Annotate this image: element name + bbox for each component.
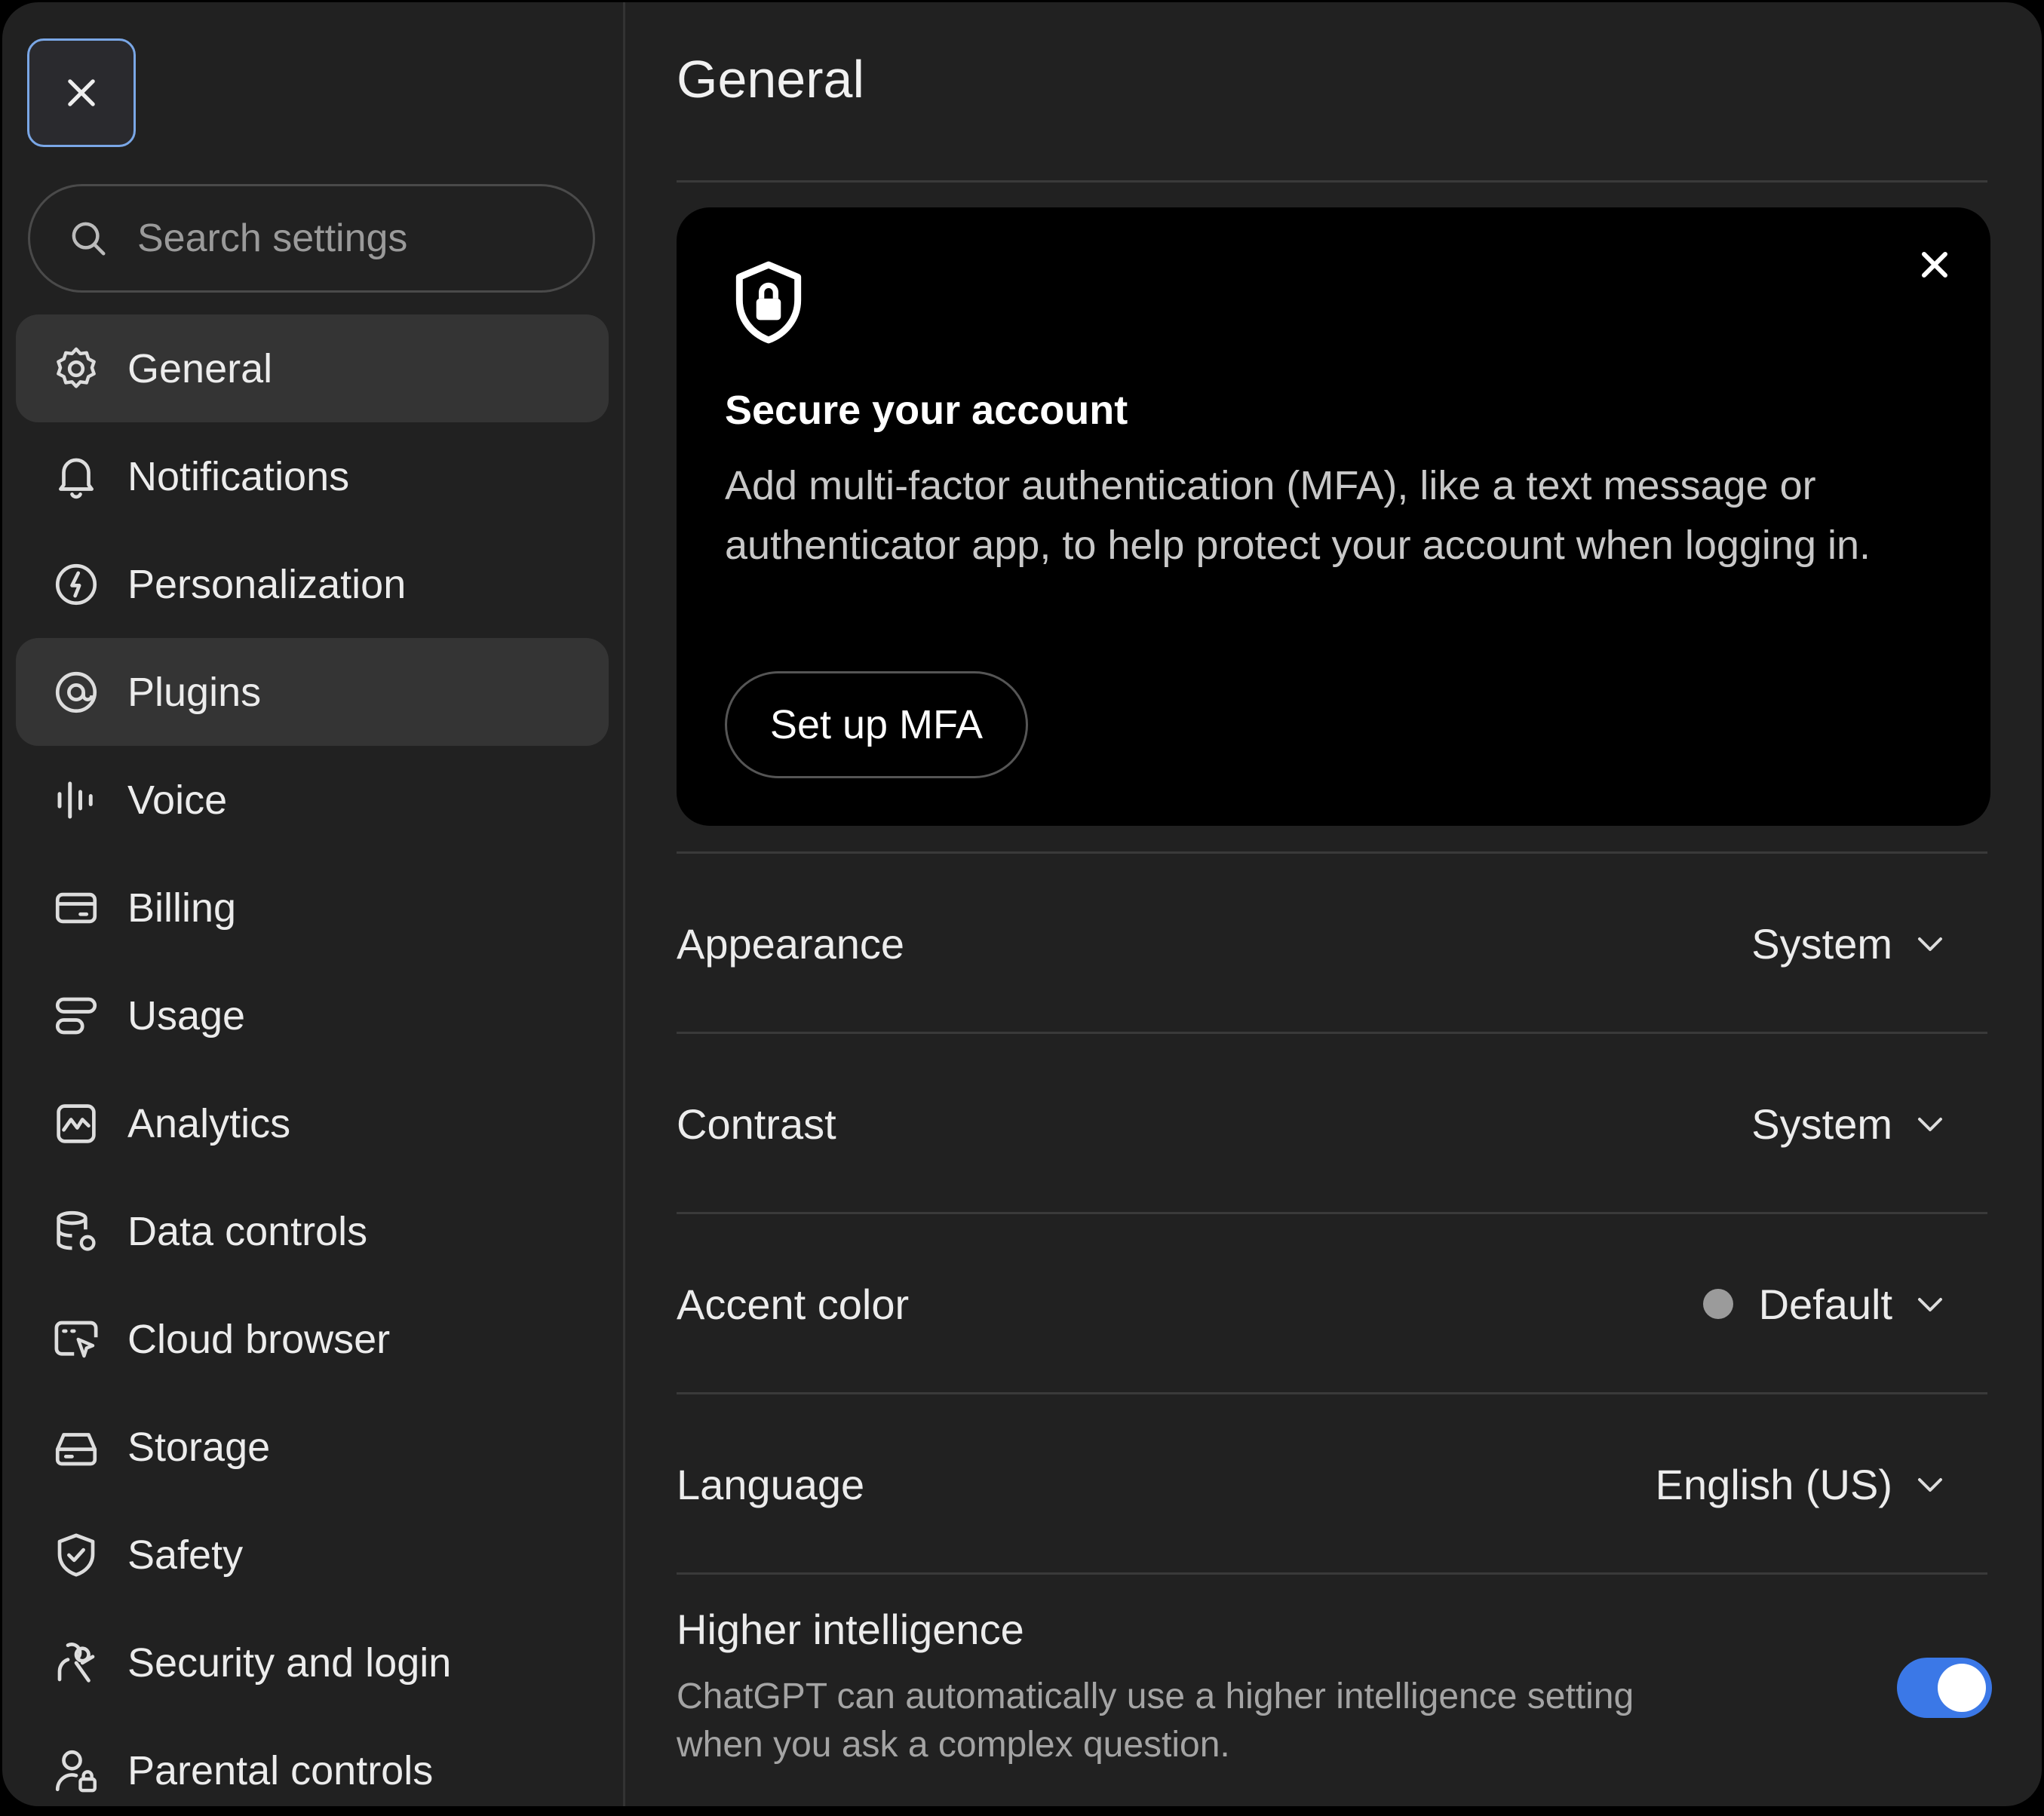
sidebar-item-usage[interactable]: Usage [16, 962, 609, 1069]
usage-icon [49, 989, 103, 1043]
dropdown-value: Default [1758, 1280, 1892, 1328]
search-input[interactable]: Search settings [137, 216, 407, 261]
sidebar-item-analytics[interactable]: Analytics [16, 1069, 609, 1177]
accent-color-swatch [1702, 1289, 1733, 1319]
setting-row-appearance: Appearance System [677, 854, 1990, 1033]
settings-sidebar: Search settings General Notifications Pe… [2, 2, 625, 1806]
sidebar-item-label: Security and login [127, 1640, 452, 1686]
setting-row-accent-color: Accent color Default [677, 1214, 1990, 1394]
sidebar-item-label: Usage [127, 992, 246, 1038]
mfa-card-body: Add multi-factor authentication (MFA), l… [725, 463, 1871, 568]
setting-row-contrast: Contrast System [677, 1034, 1990, 1213]
sidebar-item-plugins[interactable]: Plugins [16, 638, 609, 746]
contrast-dropdown[interactable]: System [1751, 1100, 1948, 1149]
bell-icon [49, 449, 103, 504]
sidebar-item-label: Personalization [127, 561, 407, 607]
shield-check-icon [49, 1528, 103, 1582]
sidebar-item-label: General [127, 345, 273, 391]
sidebar-item-parental-controls[interactable]: Parental controls [16, 1716, 609, 1806]
dropdown-value: System [1751, 1100, 1892, 1148]
analytics-icon [49, 1097, 103, 1151]
chevron-down-icon [1918, 1118, 1942, 1131]
sidebar-item-personalization[interactable]: Personalization [16, 530, 609, 638]
sidebar-item-label: Storage [127, 1424, 271, 1470]
setting-label: Appearance [677, 919, 905, 968]
settings-window: Search settings General Notifications Pe… [2, 2, 2042, 1806]
dropdown-value: English (US) [1655, 1460, 1892, 1508]
security-icon [49, 1636, 103, 1690]
sidebar-item-voice[interactable]: Voice [16, 746, 609, 854]
higher-intelligence-toggle[interactable] [1897, 1658, 1992, 1718]
language-dropdown[interactable]: English (US) [1656, 1460, 1948, 1509]
close-icon [68, 79, 95, 106]
sidebar-item-data-controls[interactable]: Data controls [16, 1177, 609, 1285]
sidebar-item-label: Parental controls [127, 1747, 434, 1793]
sidebar-item-label: Voice [127, 777, 228, 823]
sidebar-item-cloud-browser[interactable]: Cloud browser [16, 1285, 609, 1393]
appearance-dropdown[interactable]: System [1751, 919, 1948, 968]
sidebar-item-label: Notifications [127, 453, 350, 499]
plugins-icon [49, 665, 103, 719]
chevron-down-icon [1918, 1298, 1942, 1311]
set-up-mfa-button[interactable]: Set up MFA [725, 671, 1028, 778]
divider [677, 1572, 1987, 1575]
settings-main-panel: General Secure your account Add multi-fa… [625, 2, 2042, 1806]
database-gear-icon [49, 1204, 103, 1259]
divider [677, 180, 1987, 183]
setting-label: Language [677, 1460, 865, 1508]
credit-card-icon [49, 881, 103, 935]
search-settings-field[interactable]: Search settings [28, 184, 595, 293]
sidebar-item-billing[interactable]: Billing [16, 854, 609, 962]
sidebar-item-general[interactable]: General [16, 314, 609, 422]
voice-waveform-icon [49, 773, 103, 827]
dismiss-card-button[interactable] [1917, 247, 1953, 283]
parental-controls-icon [49, 1744, 103, 1798]
chevron-down-icon [1918, 937, 1942, 951]
sidebar-item-security-and-login[interactable]: Security and login [16, 1609, 609, 1716]
sidebar-nav: General Notifications Personalization Pl… [16, 314, 609, 1806]
setting-label: Accent color [677, 1280, 910, 1328]
page-title: General [677, 50, 865, 109]
gear-icon [49, 342, 103, 396]
sidebar-item-label: Cloud browser [127, 1316, 391, 1362]
search-icon [72, 222, 106, 256]
sidebar-item-label: Data controls [127, 1208, 368, 1254]
storage-icon [49, 1420, 103, 1474]
toggle-knob [1938, 1664, 1986, 1712]
personalization-icon [49, 557, 103, 612]
cloud-browser-icon [49, 1312, 103, 1367]
dropdown-value: System [1751, 919, 1892, 968]
higher-intelligence-title: Higher intelligence [677, 1606, 1024, 1653]
sidebar-item-safety[interactable]: Safety [16, 1501, 609, 1609]
sidebar-item-storage[interactable]: Storage [16, 1393, 609, 1501]
chevron-down-icon [1918, 1478, 1942, 1492]
sidebar-item-label: Plugins [127, 669, 262, 715]
shield-lock-icon [735, 261, 802, 344]
mfa-promo-card: Secure your account Add multi-factor aut… [677, 207, 1990, 826]
close-settings-button[interactable] [27, 38, 136, 147]
sidebar-item-label: Safety [127, 1532, 244, 1578]
accent-color-dropdown[interactable]: Default [1702, 1280, 1948, 1329]
sidebar-item-label: Analytics [127, 1100, 291, 1146]
mfa-card-heading: Secure your account [725, 388, 1128, 433]
setting-row-language: Language English (US) [677, 1394, 1990, 1574]
sidebar-item-notifications[interactable]: Notifications [16, 422, 609, 530]
setting-label: Contrast [677, 1100, 836, 1148]
sidebar-item-label: Billing [127, 885, 237, 931]
higher-intelligence-description: ChatGPT can automatically use a higher i… [677, 1676, 1634, 1765]
